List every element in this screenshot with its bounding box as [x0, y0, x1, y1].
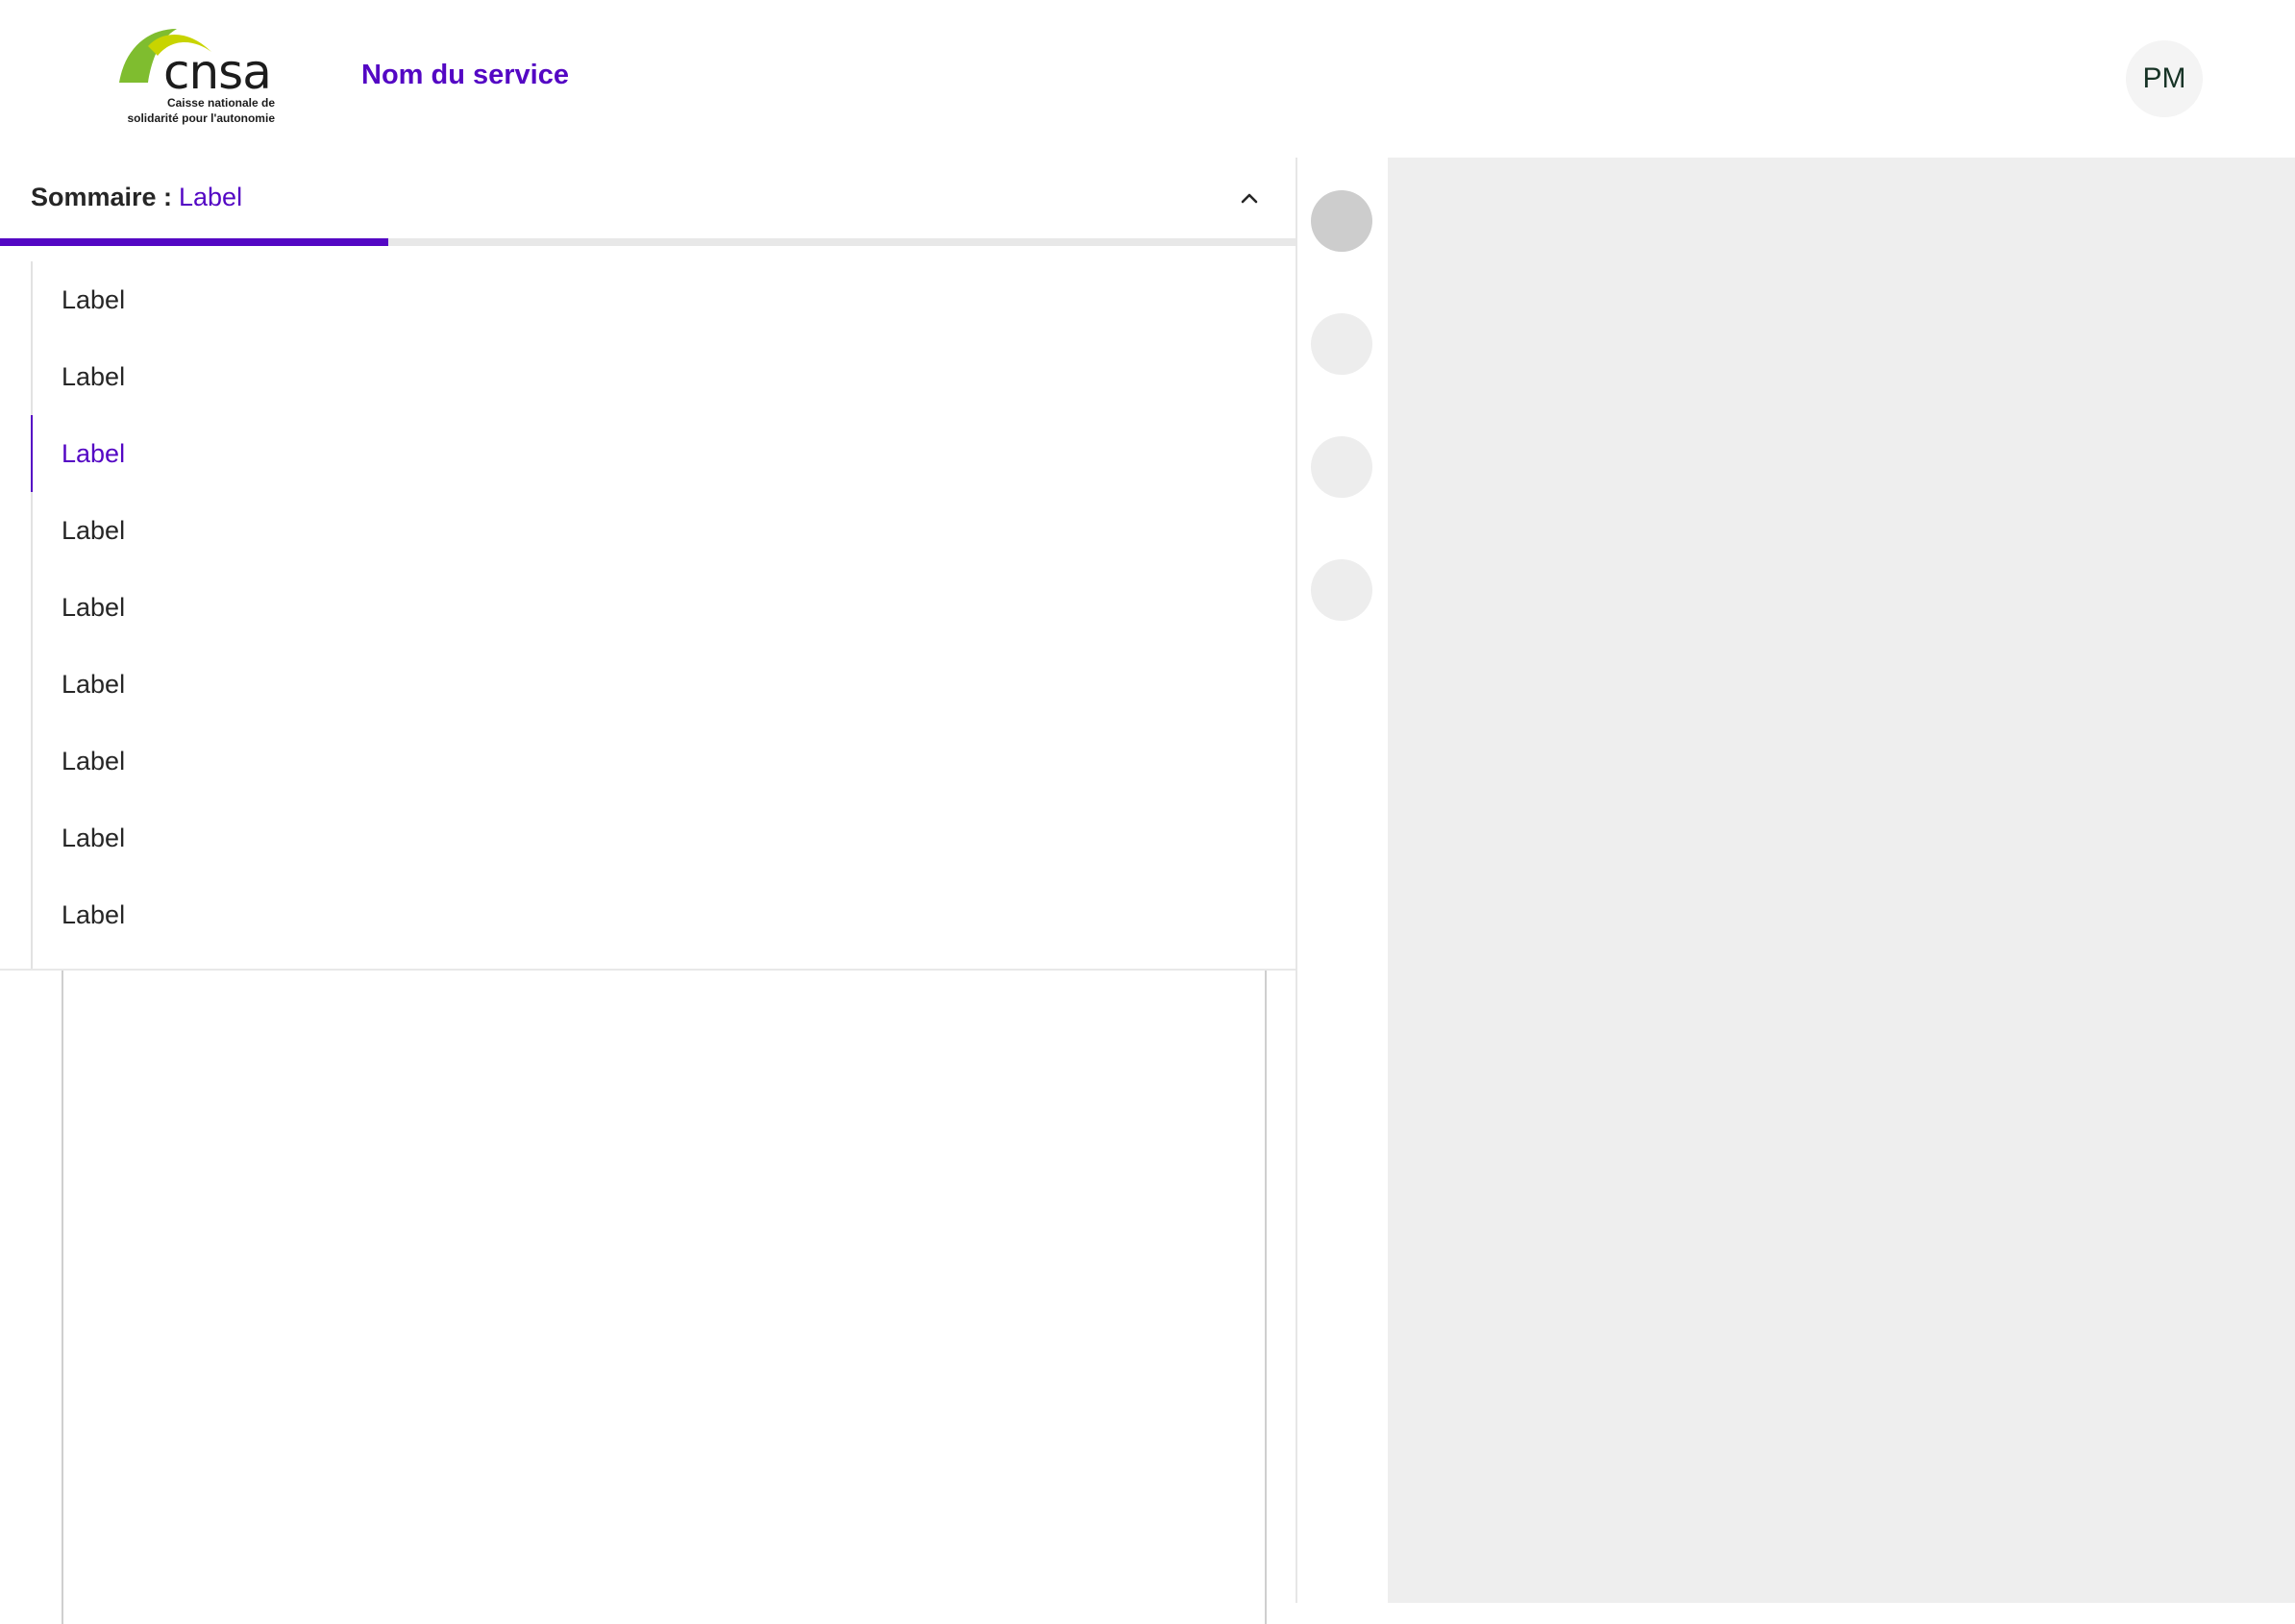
- summary-list-item-label: Label: [62, 669, 126, 699]
- avatar-initials: PM: [2142, 62, 2186, 94]
- summary-panel: Sommaire : Label Label Label Label Label Lab…: [0, 158, 1297, 1624]
- summary-list-item-label: Label: [62, 284, 126, 314]
- summary-list-item[interactable]: Label: [33, 723, 1297, 800]
- summary-list-item-label: Label: [62, 438, 126, 468]
- summary-list-item[interactable]: Label: [33, 800, 1297, 876]
- cnsa-logo[interactable]: cnsa Caisse nationale de solidarité pour…: [119, 27, 275, 131]
- summary-current-section: Label: [179, 183, 243, 211]
- summary-title: Sommaire :: [31, 183, 173, 211]
- summary-list-item[interactable]: Label: [31, 415, 1297, 492]
- summary-list-item[interactable]: Label: [33, 569, 1297, 646]
- summary-list-item-label: Label: [62, 361, 126, 391]
- summary-list: Label Label Label Label Label Label Label Label…: [31, 261, 1297, 969]
- logo-wordmark: cnsa: [163, 44, 272, 100]
- summary-list-item[interactable]: Label: [33, 646, 1297, 723]
- summary-list-item-label: Label: [62, 823, 126, 852]
- service-name-link[interactable]: Nom du service: [361, 60, 569, 91]
- document-frame: [62, 971, 1267, 1624]
- content-area: [1388, 158, 2295, 1603]
- summary-list-item[interactable]: Label: [33, 876, 1297, 953]
- logo-tagline-line-2: solidarité pour l'autonomie: [127, 111, 275, 125]
- summary-list-item-label: Label: [62, 592, 126, 622]
- summary-list-item-label: Label: [62, 746, 126, 775]
- summary-progress-fill: [0, 238, 389, 246]
- chevron-up-icon[interactable]: [1234, 183, 1265, 213]
- step-dot[interactable]: [1311, 436, 1372, 498]
- summary-list-item-label: Label: [62, 515, 126, 545]
- summary-list-item-label: Label: [62, 899, 126, 929]
- step-rail: [1297, 158, 1388, 1603]
- user-avatar-button[interactable]: PM: [2126, 40, 2203, 117]
- step-dot[interactable]: [1311, 559, 1372, 621]
- step-dot[interactable]: [1311, 190, 1372, 252]
- summary-toggle-bar[interactable]: Sommaire : Label: [0, 158, 1296, 238]
- app-header: cnsa Caisse nationale de solidarité pour…: [0, 0, 2295, 158]
- summary-progress-bar: [0, 238, 1296, 246]
- summary-list-item[interactable]: Label: [33, 492, 1297, 569]
- summary-list-item[interactable]: Label: [33, 261, 1297, 338]
- summary-list-item[interactable]: Label: [33, 338, 1297, 415]
- step-dot[interactable]: [1311, 313, 1372, 375]
- logo-tagline-line-1: Caisse nationale de: [166, 96, 275, 110]
